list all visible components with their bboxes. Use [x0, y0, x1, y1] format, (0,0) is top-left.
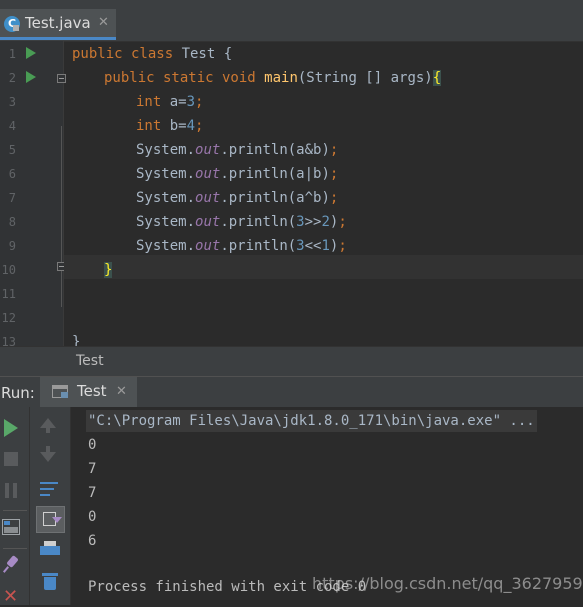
fold-guide — [61, 126, 62, 307]
editor-tab-bar: C Test.java ✕ — [0, 0, 583, 42]
stop-icon[interactable] — [4, 452, 18, 466]
line-number: 8 — [8, 215, 16, 229]
run-toolbar-primary: ✕ — [0, 407, 30, 607]
code-line: int a=3; — [136, 94, 204, 110]
output-line: 7 — [88, 461, 97, 477]
code-line: System.out.println(a^b); — [136, 190, 339, 206]
editor-tab-label: Test.java — [25, 14, 91, 32]
code-line: System.out.println(3>>2); — [136, 214, 347, 230]
breadcrumb: Test — [0, 346, 583, 377]
pause-icon[interactable] — [5, 483, 18, 498]
output-line: 6 — [88, 533, 97, 549]
code-line: System.out.println(3<<1); — [136, 238, 347, 254]
scroll-to-end-icon[interactable] — [36, 506, 65, 533]
line-number: 5 — [8, 143, 16, 157]
output-line: 0 — [88, 437, 97, 453]
toolbar-divider — [3, 548, 27, 549]
output-line: 7 — [88, 485, 97, 501]
watermark: https://blog.csdn.net/qq_36279598 — [312, 574, 583, 593]
close-icon[interactable]: ✕ — [98, 15, 109, 30]
close-icon[interactable]: ✕ — [3, 587, 18, 607]
code-line: public static void main(String [] args){ — [104, 70, 442, 86]
up-stack-trace-icon[interactable] — [40, 418, 56, 433]
breadcrumb-item[interactable]: Test — [76, 353, 104, 369]
run-toolbar-secondary — [30, 407, 71, 605]
editor-tab-test-java[interactable]: C Test.java ✕ — [0, 9, 116, 40]
editor-gutter: 1 2 3 4 5 6 7 8 9 10 11 12 13 — [0, 41, 66, 349]
restore-layout-icon[interactable] — [2, 519, 20, 535]
run-config-icon — [52, 385, 68, 398]
down-stack-trace-icon[interactable] — [40, 446, 56, 462]
line-number: 1 — [8, 47, 16, 61]
pin-tab-icon[interactable] — [3, 556, 19, 572]
line-number: 11 — [1, 287, 16, 301]
run-panel-header: Run: Test ✕ — [0, 376, 583, 408]
line-number: 10 — [1, 263, 16, 277]
run-tab-test[interactable]: Test ✕ — [40, 377, 137, 408]
code-line: int b=4; — [136, 118, 204, 134]
code-line: } — [104, 262, 113, 278]
line-number: 2 — [8, 71, 16, 85]
line-number: 6 — [8, 167, 16, 181]
line-number: 12 — [1, 311, 16, 325]
java-class-icon: C — [4, 16, 20, 32]
line-number: 4 — [8, 119, 16, 133]
line-number: 7 — [8, 191, 16, 205]
print-icon[interactable] — [40, 541, 60, 557]
soft-wrap-icon[interactable] — [40, 480, 60, 498]
code-editor[interactable]: public class Test { public static void m… — [64, 41, 583, 350]
line-number: 9 — [8, 239, 16, 253]
line-number: 3 — [8, 95, 16, 109]
code-line: public class Test { — [72, 46, 233, 62]
caret-line-highlight — [64, 255, 583, 279]
run-class-icon[interactable] — [26, 47, 36, 59]
run-tab-label: Test — [77, 382, 107, 400]
output-line: 0 — [88, 509, 97, 525]
run-command[interactable]: "C:\Program Files\Java\jdk1.8.0_171\bin\… — [86, 410, 537, 432]
run-main-icon[interactable] — [26, 71, 36, 83]
close-icon[interactable]: ✕ — [116, 384, 127, 399]
clear-all-icon[interactable] — [42, 573, 58, 591]
toolbar-divider — [3, 510, 27, 511]
code-line: System.out.println(a|b); — [136, 166, 339, 182]
console-output[interactable]: "C:\Program Files\Java\jdk1.8.0_171\bin\… — [71, 407, 583, 605]
rerun-icon[interactable] — [4, 419, 18, 437]
code-line: System.out.println(a&b); — [136, 142, 339, 158]
run-panel-title: Run: — [1, 384, 35, 402]
